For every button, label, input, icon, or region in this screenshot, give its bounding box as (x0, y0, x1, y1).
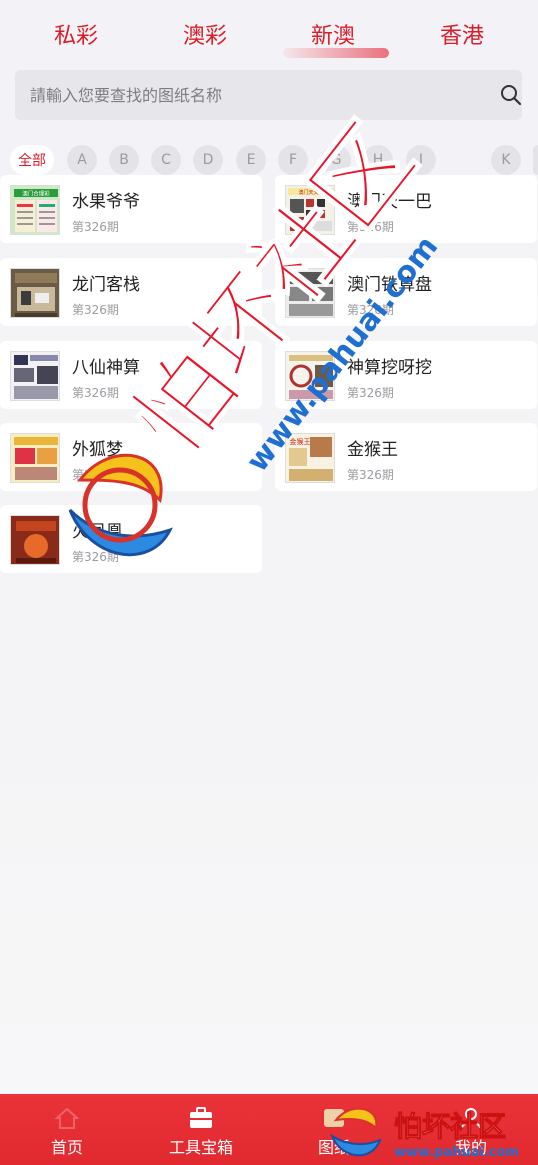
filter-letter-d[interactable]: D (193, 145, 223, 175)
item-issue: 第326期 (347, 303, 394, 317)
home-icon (54, 1107, 80, 1129)
list-item[interactable]: 龙门客栈 第326期 (0, 258, 262, 326)
list-item[interactable]: 澳门天天贝 澳门天一巴 第326期 (275, 175, 537, 243)
thumbnail (10, 351, 60, 401)
item-name: 澳门天一巴 (347, 192, 432, 212)
item-name: 外狐梦 (72, 440, 123, 460)
item-issue: 第326期 (347, 386, 394, 400)
search-icon[interactable] (499, 83, 523, 107)
thumbnail (285, 268, 335, 318)
filter-letter-k[interactable]: K (491, 145, 521, 175)
filter-letter-c[interactable]: C (151, 145, 181, 175)
item-issue: 第326期 (72, 468, 119, 482)
filter-letter-f[interactable]: F (278, 145, 308, 175)
thumbnail: 澳门合理彩 (10, 185, 60, 235)
filter-letter-i[interactable]: I (406, 145, 436, 175)
user-icon (461, 1108, 481, 1129)
thumbnail (10, 433, 60, 483)
item-issue: 第326期 (347, 468, 394, 482)
list-item[interactable]: 澳门合理彩 水果爷爷 第326期 (0, 175, 262, 243)
item-name: 澳门铁算盘 (347, 275, 432, 295)
filter-letter-more[interactable] (533, 145, 538, 175)
tab-macau-lottery[interactable]: 澳彩 (155, 22, 255, 52)
item-issue: 第326期 (72, 220, 119, 234)
thumbnail: 澳门天天贝 (285, 185, 335, 235)
filter-letter-h[interactable]: H (363, 145, 393, 175)
nav-gallery-label: 图纸 (317, 1138, 350, 1157)
item-name: 八仙神算 (72, 358, 140, 378)
thumb-title: 澳门天天贝 (298, 189, 323, 196)
item-name: 火凤凰 (72, 522, 123, 542)
nav-gallery[interactable]: 图纸 (279, 1104, 389, 1160)
list-item[interactable]: 澳门铁算盘 第326期 (275, 258, 537, 326)
gallery-icon (324, 1109, 344, 1127)
search-bar (15, 70, 522, 120)
nav-home[interactable]: 首页 (12, 1104, 122, 1160)
filter-letter-a[interactable]: A (67, 145, 97, 175)
toolbox-icon (190, 1107, 212, 1128)
nav-profile[interactable]: 我的 (416, 1104, 526, 1160)
item-name: 水果爷爷 (72, 192, 140, 212)
item-issue: 第326期 (72, 550, 119, 564)
list-item[interactable]: 金猴王 金猴王 第326期 (275, 423, 537, 491)
filter-letter-g[interactable]: G (321, 145, 351, 175)
bottom-nav-bar: 首页 工具宝箱 图纸 我的 (0, 1094, 538, 1165)
nav-toolbox[interactable]: 工具宝箱 (146, 1104, 256, 1160)
search-input[interactable] (15, 70, 475, 120)
item-name: 龙门客栈 (72, 275, 140, 295)
active-tab-indicator (283, 48, 389, 58)
tab-private-lottery[interactable]: 私彩 (26, 22, 126, 52)
thumbnail (285, 351, 335, 401)
list-item[interactable]: 外狐梦 第326期 (0, 423, 262, 491)
filter-letter-b[interactable]: B (109, 145, 139, 175)
item-name: 神算挖呀挖 (347, 358, 432, 378)
list-item[interactable]: 八仙神算 第326期 (0, 341, 262, 409)
thumbnail: 金猴王 (285, 433, 335, 483)
thumbnail (10, 515, 60, 565)
tab-hong-kong[interactable]: 香港 (412, 22, 512, 52)
filter-all[interactable]: 全部 (10, 145, 54, 175)
list-item[interactable]: 神算挖呀挖 第326期 (275, 341, 537, 409)
filter-letter-e[interactable]: E (236, 145, 266, 175)
top-tab-bar: 私彩 澳彩 新澳 香港 (0, 0, 538, 66)
nav-home-label: 首页 (50, 1138, 83, 1157)
item-issue: 第326期 (72, 303, 119, 317)
list-item[interactable]: 火凤凰 第326期 (0, 505, 262, 573)
item-issue: 第326期 (347, 220, 394, 234)
item-issue: 第326期 (72, 386, 119, 400)
nav-toolbox-label: 工具宝箱 (168, 1138, 233, 1157)
nav-profile-label: 我的 (454, 1138, 487, 1157)
letter-filter-bar: 全部 A B C D E F G H I K (0, 145, 538, 175)
item-name: 金猴王 (347, 440, 398, 460)
thumbnail (10, 268, 60, 318)
thumb-title: 澳门合理彩 (22, 190, 50, 198)
thumb-title: 金猴王 (290, 437, 311, 446)
